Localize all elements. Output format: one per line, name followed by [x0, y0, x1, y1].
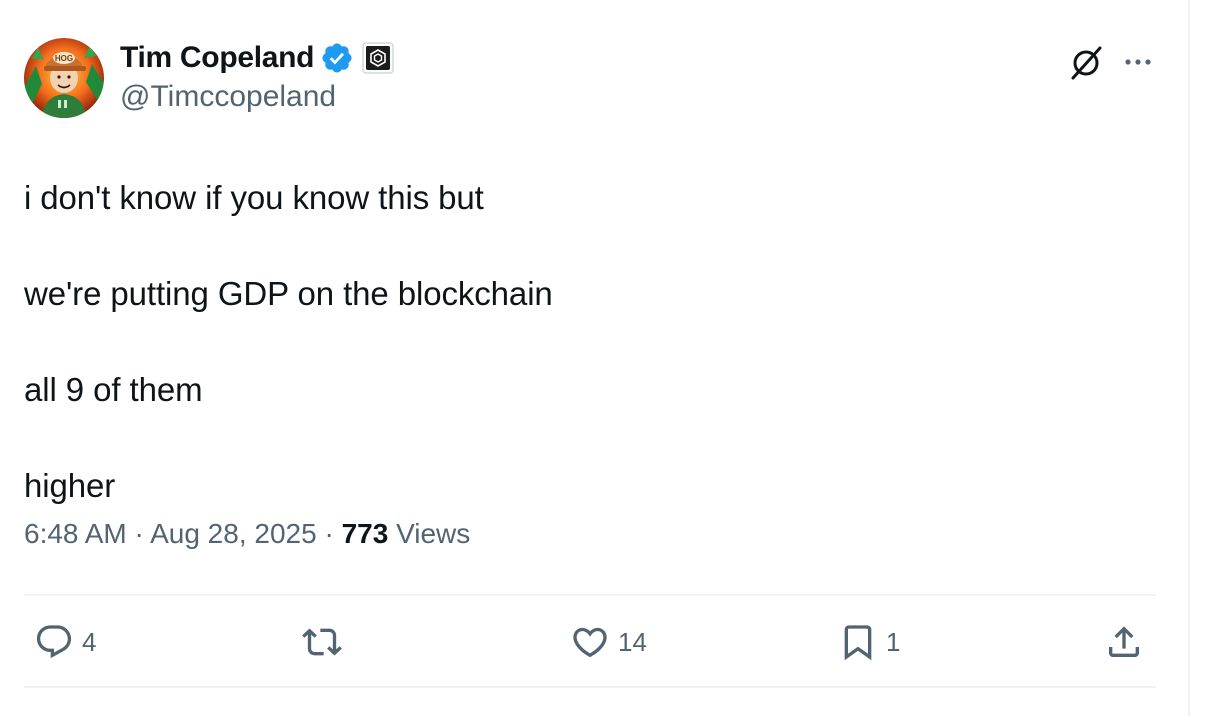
tweet-text-line: all 9 of them	[24, 371, 203, 408]
tweet-text: i don't know if you know this but we're …	[24, 150, 553, 534]
avatar[interactable]: HOG	[24, 38, 104, 118]
reply-button[interactable]: 4	[34, 616, 96, 668]
reply-icon	[36, 625, 72, 659]
bookmark-count: 1	[886, 626, 901, 657]
more-icon[interactable]	[1118, 42, 1158, 82]
timeline-border	[1188, 0, 1190, 716]
meta-separator: ·	[134, 518, 144, 549]
repost-icon	[302, 628, 342, 656]
views-label: Views	[396, 518, 471, 549]
avatar-image: HOG	[24, 38, 104, 118]
avatar-cap-text: HOG	[55, 54, 73, 63]
share-button[interactable]	[1104, 616, 1144, 668]
like-icon	[573, 627, 607, 658]
tweet-date[interactable]: Aug 28, 2025	[150, 518, 317, 549]
affiliate-badge-icon[interactable]	[362, 42, 394, 74]
divider-top	[24, 594, 1156, 596]
repost-button[interactable]	[302, 616, 350, 668]
action-bar: 4 14 1	[24, 616, 1156, 668]
tweet-meta: 6:48 AM · Aug 28, 2025 · 773 Views	[24, 518, 470, 550]
grok-icon[interactable]	[1066, 42, 1106, 82]
like-button[interactable]: 14	[570, 616, 647, 668]
tweet-time[interactable]: 6:48 AM	[24, 518, 127, 549]
handle[interactable]: @Timccopeland	[120, 80, 394, 114]
reply-count: 4	[82, 626, 97, 657]
display-name[interactable]: Tim Copeland	[120, 41, 315, 75]
like-count: 14	[618, 626, 647, 657]
share-icon	[1109, 626, 1139, 657]
tweet-header: HOG Tim Copeland @Timccopeland	[24, 36, 1156, 120]
meta-separator: ·	[324, 518, 334, 549]
author-info: Tim Copeland @Timccopeland	[120, 38, 394, 114]
tweet: HOG Tim Copeland @Timccopeland i don't k…	[24, 36, 1156, 688]
tweet-text-line: we're putting GDP on the blockchain	[24, 275, 553, 312]
bookmark-icon	[844, 625, 872, 661]
verified-badge-icon[interactable]	[320, 41, 354, 75]
views-count: 773	[341, 518, 389, 549]
bookmark-button[interactable]: 1	[838, 616, 900, 668]
name-row: Tim Copeland	[120, 38, 394, 78]
divider-bottom	[24, 686, 1156, 688]
tweet-text-line: i don't know if you know this but	[24, 179, 484, 216]
